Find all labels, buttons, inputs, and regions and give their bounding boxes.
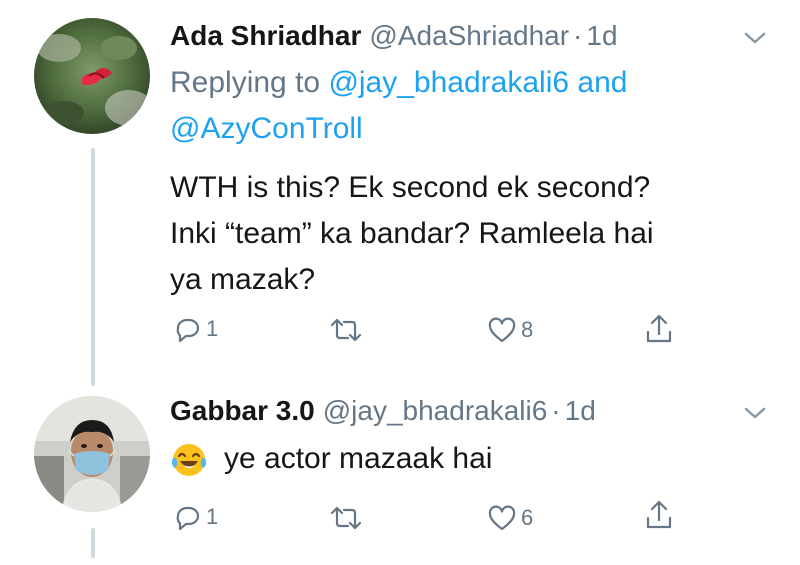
tweet-thread: Ada Shriadhar @AdaShriadhar · 1d Replyin…	[0, 0, 800, 565]
user-handle[interactable]: @AdaShriadhar	[369, 20, 569, 52]
share-icon	[646, 314, 672, 343]
mention-and[interactable]: and	[569, 66, 627, 99]
like-button[interactable]: 8	[487, 316, 533, 344]
tweet-text: WTH is this? Ek second ek second? Inki “…	[170, 165, 760, 303]
replying-to: Replying to @jay_bhadrakali6 and @AzyCon…	[170, 60, 730, 152]
separator: ·	[551, 395, 561, 426]
like-count: 6	[521, 505, 534, 530]
chevron-down-icon[interactable]	[740, 28, 770, 48]
retweet-icon	[330, 506, 362, 530]
share-button[interactable]	[644, 312, 674, 346]
timestamp[interactable]: 1d	[565, 395, 596, 427]
laughing-tears-emoji-icon	[170, 441, 208, 479]
mention-link[interactable]: @jay_bhadrakali6	[328, 66, 569, 99]
reply-icon	[176, 318, 200, 343]
share-button[interactable]	[644, 498, 674, 532]
thread-line-bottom	[91, 528, 95, 558]
retweet-button[interactable]	[328, 504, 368, 532]
retweet-button[interactable]	[328, 316, 368, 344]
tweet-text-line: WTH is this? Ek second ek second?	[170, 171, 651, 204]
tweet-text-line: ye actor mazaak hai	[224, 442, 493, 475]
tweet-text-line: Inki “team” ka bandar? Ramleela hai	[170, 217, 654, 250]
like-count: 8	[521, 317, 534, 342]
tweet-text-line: ya mazak?	[170, 263, 316, 296]
share-icon	[646, 500, 672, 529]
replying-to-label: Replying to	[170, 66, 329, 99]
tweet-header: Ada Shriadhar @AdaShriadhar · 1d	[170, 20, 618, 52]
tweet-header: Gabbar 3.0 @jay_bhadrakali6 · 1d	[170, 395, 596, 427]
like-button[interactable]: 6	[487, 504, 533, 532]
reply-button[interactable]: 1	[172, 502, 218, 532]
display-name[interactable]: Gabbar 3.0	[170, 395, 315, 427]
reply-count: 1	[206, 504, 219, 529]
like-icon	[488, 317, 516, 343]
separator: ·	[573, 20, 583, 51]
reply-count: 1	[206, 316, 219, 341]
display-name[interactable]: Ada Shriadhar	[170, 20, 361, 52]
like-icon	[488, 505, 516, 531]
mention-link[interactable]: @AzyConTroll	[170, 112, 363, 145]
tweet-text: ye actor mazaak hai	[170, 436, 760, 482]
reply-icon	[176, 506, 200, 531]
reply-button[interactable]: 1	[172, 314, 218, 344]
retweet-icon	[330, 318, 362, 342]
avatar[interactable]	[34, 396, 150, 512]
timestamp[interactable]: 1d	[586, 20, 617, 52]
thread-line-top	[91, 148, 95, 386]
user-handle[interactable]: @jay_bhadrakali6	[323, 395, 548, 427]
chevron-down-icon[interactable]	[740, 403, 770, 423]
avatar[interactable]	[34, 18, 150, 134]
